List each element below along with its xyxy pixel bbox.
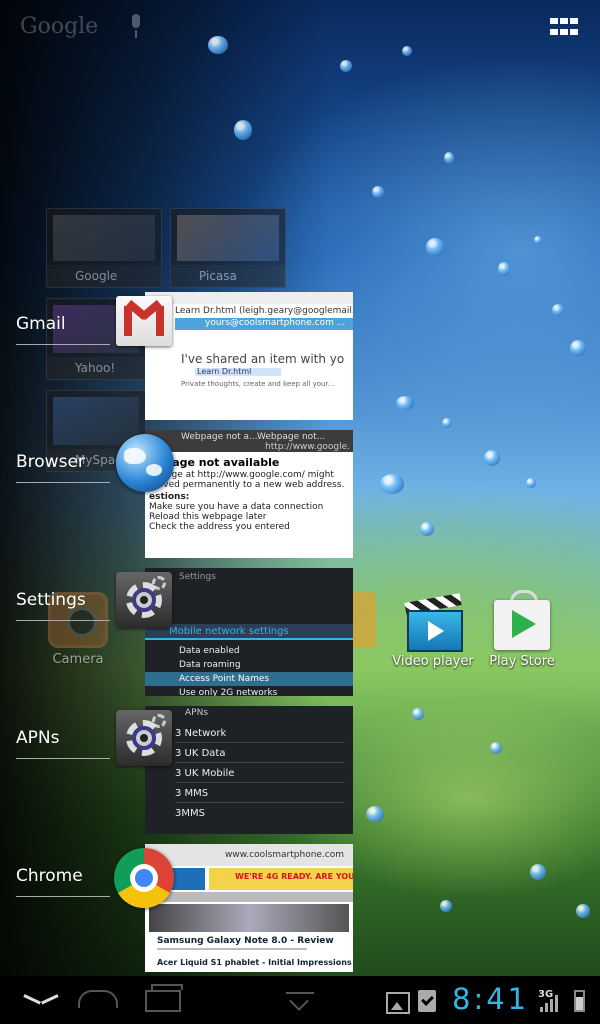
recent-app-apns[interactable]: APNs APNs 3 Network 3 UK Data 3 UK Mobil… xyxy=(0,706,360,834)
recent-app-settings[interactable]: Settings Settings Mobile network setting… xyxy=(0,568,360,696)
home-app-label: Play Store xyxy=(489,654,555,669)
dismiss-chevron-icon[interactable] xyxy=(286,992,314,1004)
home-app-play-store[interactable]: Play Store xyxy=(484,590,560,669)
play-store-icon xyxy=(494,590,550,650)
thumb-text: WE'RE 4G READY. ARE YOU? xyxy=(235,872,353,881)
label-divider xyxy=(16,620,110,621)
thumb-text: Acer Liquid S1 phablet - Initial Impress… xyxy=(157,958,352,967)
thumb-text: Learn Dr.html xyxy=(197,367,252,376)
thumb-text: Mobile network settings xyxy=(169,626,289,637)
back-icon[interactable] xyxy=(24,994,58,1008)
thumb-text: 3 Network xyxy=(175,728,227,739)
thumb-text: yours@coolsmartphone.com ... xyxy=(205,318,346,328)
recent-thumb-google[interactable]: Google xyxy=(46,208,162,288)
recent-apps-icon[interactable] xyxy=(145,984,183,1012)
all-apps-grid-icon[interactable] xyxy=(550,18,578,38)
google-search-logo[interactable]: Google xyxy=(20,14,98,39)
thumb-text: Use only 2G networks xyxy=(179,688,278,696)
thumb-text: Reload this webpage later xyxy=(149,512,267,522)
recent-thumb-label: Picasa xyxy=(171,265,285,287)
thumb-text: 3MMS xyxy=(175,808,205,819)
thumb-text: Access Point Names xyxy=(179,674,270,684)
recent-apps-screen: Google Camera il Video player Play Store… xyxy=(0,0,600,1024)
task-complete-notification-icon[interactable] xyxy=(418,990,436,1012)
recent-app-browser[interactable]: Browser Webpage not a... Webpage not... … xyxy=(0,430,360,558)
thumb-text: Check the address you entered xyxy=(149,522,290,532)
recent-app-label: Chrome xyxy=(16,866,83,886)
battery-icon xyxy=(574,990,585,1012)
thumb-text: www.coolsmartphone.com xyxy=(225,850,345,860)
recent-app-thumbnail[interactable]: Webpage not a... Webpage not... http://w… xyxy=(145,430,353,558)
label-divider xyxy=(16,758,110,759)
thumb-text: Private thoughts, create and keep all yo… xyxy=(181,380,335,388)
thumb-text: Data enabled xyxy=(179,646,240,656)
thumb-text: ebpage at http://www.google.com/ might xyxy=(149,470,334,480)
recent-app-thumbnail[interactable]: APNs 3 Network 3 UK Data 3 UK Mobile 3 M… xyxy=(145,706,353,834)
label-divider xyxy=(16,896,110,897)
recent-app-label: Browser xyxy=(16,452,85,472)
chrome-icon xyxy=(114,846,174,908)
recent-thumb-label: Google xyxy=(47,265,161,287)
thumb-text: Settings xyxy=(179,572,216,582)
screenshot-notification-icon[interactable] xyxy=(386,992,410,1014)
thumb-text: 3 UK Mobile xyxy=(175,768,235,779)
recent-app-label: Settings xyxy=(16,590,86,610)
thumb-text: estions: xyxy=(149,492,190,502)
label-divider xyxy=(16,344,110,345)
recent-thumb-picasa[interactable]: Picasa xyxy=(170,208,286,288)
home-app-video-player[interactable]: Video player xyxy=(392,590,474,669)
thumb-text: http://www.google. xyxy=(265,442,351,452)
thumb-text: Webpage not a... xyxy=(181,432,258,442)
recent-app-thumbnail[interactable]: Settings Mobile network settings Data en… xyxy=(145,568,353,696)
thumb-text: 3 MMS xyxy=(175,788,209,799)
recent-app-thumbnail[interactable]: www.coolsmartphone.com WE'RE 4G READY. A… xyxy=(145,844,353,972)
settings-gear-icon xyxy=(114,570,174,630)
recent-app-thumbnail[interactable]: Learn Dr.html (leigh.geary@googlemail...… xyxy=(145,292,353,420)
status-clock[interactable]: 8:41 xyxy=(452,982,529,1016)
thumb-text: Samsung Galaxy Note 8.0 - Review xyxy=(157,936,334,946)
home-app-label: Video player xyxy=(392,654,474,669)
recent-app-label: Gmail xyxy=(16,314,66,334)
label-divider xyxy=(16,482,110,483)
thumb-text: I've shared an item with yo xyxy=(181,352,345,366)
recent-app-chrome[interactable]: Chrome www.coolsmartphone.com WE'RE 4G R… xyxy=(0,844,360,972)
thumb-text: 3 UK Data xyxy=(175,748,226,759)
apns-gear-icon xyxy=(114,708,174,768)
home-icon[interactable] xyxy=(78,990,118,1008)
thumb-text: Webpage not... xyxy=(257,432,326,442)
thumb-text: Make sure you have a data connection xyxy=(149,502,324,512)
video-player-icon xyxy=(403,590,463,652)
thumb-text: APNs xyxy=(185,708,209,718)
recent-app-label: APNs xyxy=(16,728,60,748)
recent-app-gmail[interactable]: Gmail Learn Dr.html (leigh.geary@googlem… xyxy=(0,292,360,420)
thumb-text: moved permanently to a new web address. xyxy=(149,480,345,490)
gmail-icon xyxy=(114,294,174,354)
thumb-text: Data roaming xyxy=(179,660,241,670)
browser-globe-icon xyxy=(114,432,174,492)
signal-strength-icon xyxy=(540,994,558,1012)
voice-search-mic-icon[interactable] xyxy=(130,14,142,38)
thumb-text: Learn Dr.html (leigh.geary@googlemail... xyxy=(175,306,353,316)
